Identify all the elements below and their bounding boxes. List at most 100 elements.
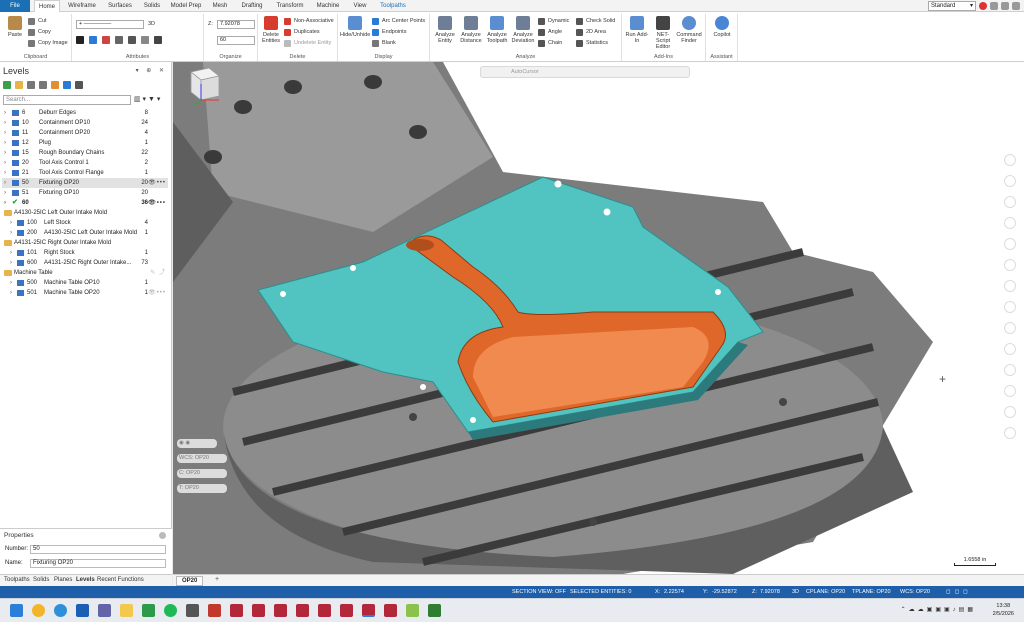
tab-drafting[interactable]: Drafting [236, 0, 268, 12]
mastercam-icon[interactable] [384, 604, 397, 617]
help-icon[interactable] [1001, 2, 1009, 10]
tab-surfaces[interactable]: Surfaces [103, 0, 137, 12]
view-cube[interactable] [173, 62, 223, 112]
level-row[interactable]: › 12 Plug 1 [2, 138, 168, 148]
level-group[interactable]: A4130-25IC Left Outer Intake Mold [2, 208, 168, 218]
level-row[interactable]: › 6 Deburr Edges 8 [2, 108, 168, 118]
copy-button[interactable]: Copy [28, 28, 51, 37]
visibility-icon[interactable] [75, 81, 83, 89]
status-icons[interactable]: ◻◻◻ [946, 586, 972, 598]
level-group[interactable]: A4131-25IC Right Outer Intake Mold [2, 238, 168, 248]
mode-3d-status[interactable]: 3D [792, 586, 799, 598]
eye-icon[interactable]: 👁••• [148, 178, 166, 188]
collapse-ribbon-icon[interactable] [1012, 2, 1020, 10]
angle-button[interactable]: Angle [538, 28, 562, 37]
eye-icon[interactable]: ✎ ⤴ [150, 268, 166, 278]
endpoints-button[interactable]: Endpoints [372, 28, 406, 37]
tab-model-prep[interactable]: Model Prep [167, 0, 205, 12]
zoom-icon[interactable] [1004, 154, 1016, 166]
pan-icon[interactable] [1004, 175, 1016, 187]
view-icon[interactable] [1004, 364, 1016, 376]
line-style-select[interactable]: + ————— [76, 20, 144, 29]
eye-icon[interactable]: 👁••• [148, 288, 166, 298]
gnomon-icon[interactable] [1004, 406, 1016, 418]
tplane-status[interactable]: TPLANE: OP20 [852, 586, 891, 598]
tab-mesh[interactable]: Mesh [208, 0, 232, 12]
folder-icon[interactable] [15, 81, 23, 89]
statistics-button[interactable]: Statistics [576, 39, 608, 48]
autocursor-toolbar[interactable]: AutoCursor [480, 66, 690, 78]
zoom-window-icon[interactable] [1004, 238, 1016, 250]
tab-levels-panel[interactable]: Levels [76, 577, 95, 583]
add-viewsheet-button[interactable]: + [215, 576, 219, 583]
color-icon[interactable] [89, 36, 97, 44]
hide-unhide-button[interactable]: Hide/Unhide [340, 16, 370, 38]
cut-button[interactable]: Cut [28, 17, 47, 26]
rotate-icon[interactable] [1004, 196, 1016, 208]
check-solid-button[interactable]: Check Solid [576, 17, 615, 26]
run-addin-button[interactable]: Run Add-In [624, 16, 650, 44]
delete-entities-button[interactable]: Delete Entities [258, 16, 284, 44]
non-associative-button[interactable]: Non-Associative [284, 17, 334, 26]
settings-icon[interactable] [1004, 427, 1016, 439]
wireframe-icon[interactable] [1004, 322, 1016, 334]
mastercam-icon[interactable] [252, 604, 265, 617]
level-row[interactable]: › 101 Right Stock 1 [2, 248, 168, 258]
options-icon[interactable] [51, 81, 59, 89]
find-icon[interactable] [27, 81, 35, 89]
level-row[interactable]: › 15 Rough Boundary Chains 22 [2, 148, 168, 158]
copy-image-button[interactable]: Copy Image [28, 39, 68, 48]
mastercam-icon[interactable] [296, 604, 309, 617]
analyze-distance-button[interactable]: Analyze Distance [458, 16, 484, 44]
tab-planes-panel[interactable]: Planes [54, 577, 72, 583]
notification-icon[interactable] [979, 2, 987, 10]
fit-icon[interactable] [1004, 217, 1016, 229]
analyze-toolpath-button[interactable]: Analyze Toolpath [484, 16, 510, 44]
analyze-entity-button[interactable]: Analyze Entity [432, 16, 458, 44]
start-icon[interactable] [10, 604, 23, 617]
system-tray[interactable]: ⌃☁☁▣▣▣♪▤▦ [901, 606, 976, 613]
duplicates-button[interactable]: Duplicates [284, 28, 320, 37]
tab-solids[interactable]: Solids [140, 0, 164, 12]
mastercam-icon[interactable] [340, 604, 353, 617]
viewsheet-tab[interactable]: OP20 [176, 576, 204, 586]
chrome-icon[interactable] [32, 604, 45, 617]
line-color-icon[interactable] [102, 36, 110, 44]
level-group[interactable]: Machine Table ✎ ⤴ [2, 268, 168, 278]
app-icon[interactable] [406, 604, 419, 617]
spotify-icon[interactable] [164, 604, 177, 617]
wcs-status[interactable]: WCS: OP20 [900, 586, 930, 598]
chain-button[interactable]: Chain [538, 39, 562, 48]
tab-home[interactable]: Home [34, 0, 60, 12]
filter-icon[interactable]: ▥ ▾ ▼ ▾ [134, 95, 168, 105]
cplane-indicator[interactable]: C: OP20 [177, 469, 227, 478]
collapse-icon[interactable] [159, 532, 166, 539]
clear-color-icon[interactable] [1004, 343, 1016, 355]
z-depth-field[interactable]: 7.92078 [217, 20, 255, 29]
tab-transform[interactable]: Transform [272, 0, 308, 12]
dynamic-button[interactable]: Dynamic [538, 17, 569, 26]
section-view-status[interactable]: SECTION VIEW: OFF [512, 586, 566, 598]
command-finder-button[interactable]: Command Finder [676, 16, 702, 44]
copilot-button[interactable]: Copilot [709, 16, 735, 38]
level-row-selected[interactable]: › 50 Fixturing OP20 20 👁••• [2, 178, 168, 188]
file-explorer-icon[interactable] [120, 604, 133, 617]
tab-machine[interactable]: Machine [311, 0, 345, 12]
excel-icon[interactable] [142, 604, 155, 617]
tab-view[interactable]: View [348, 0, 372, 12]
clear-attributes-icon[interactable] [154, 36, 162, 44]
panel-controls[interactable]: ▾ ⊕ ✕ [136, 67, 167, 74]
arc-center-points-button[interactable]: Arc Center Points [372, 17, 425, 26]
number-field[interactable]: 50 [30, 545, 166, 554]
overlay-controls[interactable]: ◉ ◉ [177, 439, 217, 448]
level-row[interactable]: › 100 Left Stock 4 [2, 218, 168, 228]
material-icon[interactable] [141, 36, 149, 44]
mastercam-icon[interactable] [208, 604, 221, 617]
paste-button[interactable]: Paste [2, 16, 28, 38]
mastercam-icon[interactable] [318, 604, 331, 617]
wcs-indicator[interactable]: WCS: OP20 [177, 454, 227, 463]
undelete-button[interactable]: Undelete Entity [284, 39, 331, 48]
level-row[interactable]: › 10 Containment OP10 24 [2, 118, 168, 128]
tab-wireframe[interactable]: Wireframe [63, 0, 101, 12]
level-field[interactable]: 60 [217, 36, 255, 45]
